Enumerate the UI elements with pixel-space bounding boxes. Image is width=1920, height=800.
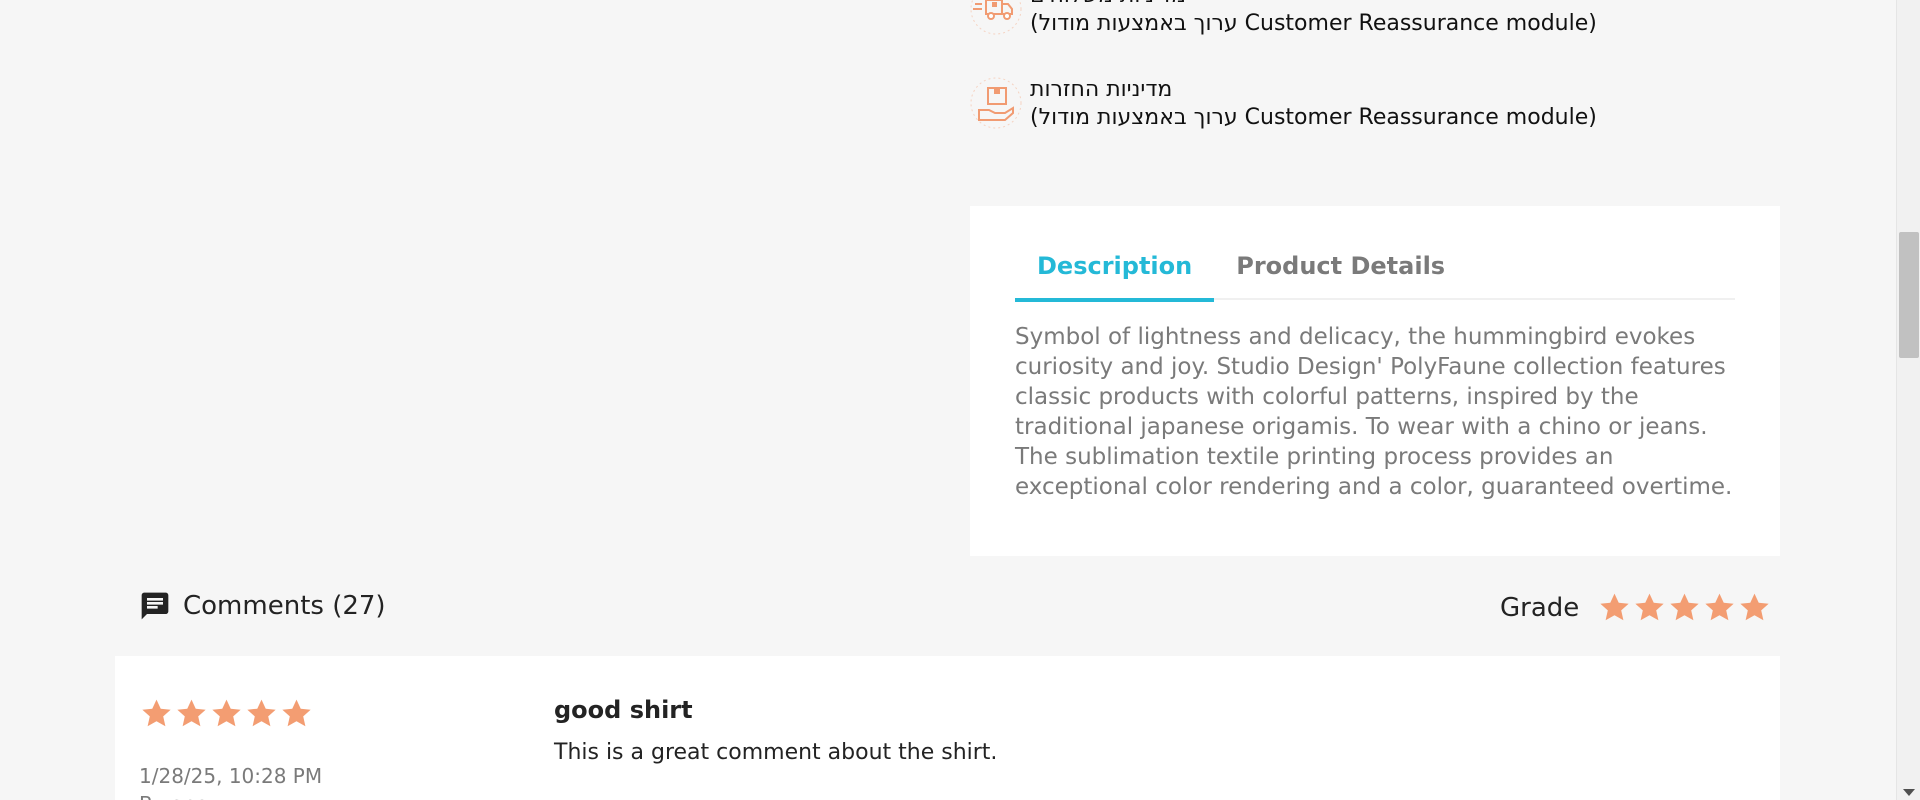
reassurance-text: מדיניות משלוחים (ערוך באמצעות מודול Cust… xyxy=(1030,0,1597,38)
product-description: Symbol of lightness and delicacy, the hu… xyxy=(1015,324,1733,500)
star-icon xyxy=(247,699,276,727)
scroll-down-arrow-icon[interactable] xyxy=(1903,789,1915,796)
reassurance-title: מדיניות החזרות xyxy=(1030,77,1173,102)
return-box-icon xyxy=(969,76,1023,130)
star-icon xyxy=(1705,593,1734,621)
delivery-truck-icon xyxy=(969,0,1023,36)
star-icon xyxy=(1600,593,1629,621)
page-scrollbar[interactable] xyxy=(1896,0,1920,800)
tab-product-details[interactable]: Product Details xyxy=(1214,240,1467,300)
reassurance-title: מדיניות משלוחים xyxy=(1030,0,1597,10)
tabs-nav: Description Product Details xyxy=(1015,240,1735,302)
tab-description[interactable]: Description xyxy=(1015,240,1215,302)
star-icon xyxy=(1635,593,1664,621)
reassurance-body: (ערוך באמצעות מודול Customer Reassurance… xyxy=(1030,105,1597,130)
review-date: 1/28/25, 10:28 PM xyxy=(139,764,323,788)
comment-icon xyxy=(139,590,171,622)
grade-stars xyxy=(1597,590,1772,625)
star-icon xyxy=(142,699,171,727)
star-icon xyxy=(1740,593,1769,621)
scrollbar-thumb[interactable] xyxy=(1899,232,1919,358)
review-body: This is a great comment about the shirt. xyxy=(554,740,998,765)
comments-header: Comments (27) xyxy=(139,590,386,622)
review-stars xyxy=(139,696,314,731)
star-icon xyxy=(177,699,206,727)
reassurance-text: מדיניות החזרות (ערוך באמצעות מודול Custo… xyxy=(1030,76,1597,132)
review-author: By ano… xyxy=(139,792,228,800)
star-icon xyxy=(212,699,241,727)
reassurance-body: (ערוך באמצעות מודול Customer Reassurance… xyxy=(1030,11,1597,36)
star-icon xyxy=(1670,593,1699,621)
product-tabs-card: Description Product Details Symbol of li… xyxy=(970,206,1780,556)
review-card: 1/28/25, 10:28 PM By ano… good shirt Thi… xyxy=(115,656,1780,800)
grade-summary: Grade xyxy=(1500,590,1772,625)
star-icon xyxy=(282,699,311,727)
comments-title: Comments (27) xyxy=(183,591,386,621)
grade-label: Grade xyxy=(1500,592,1580,623)
review-title: good shirt xyxy=(554,696,693,724)
